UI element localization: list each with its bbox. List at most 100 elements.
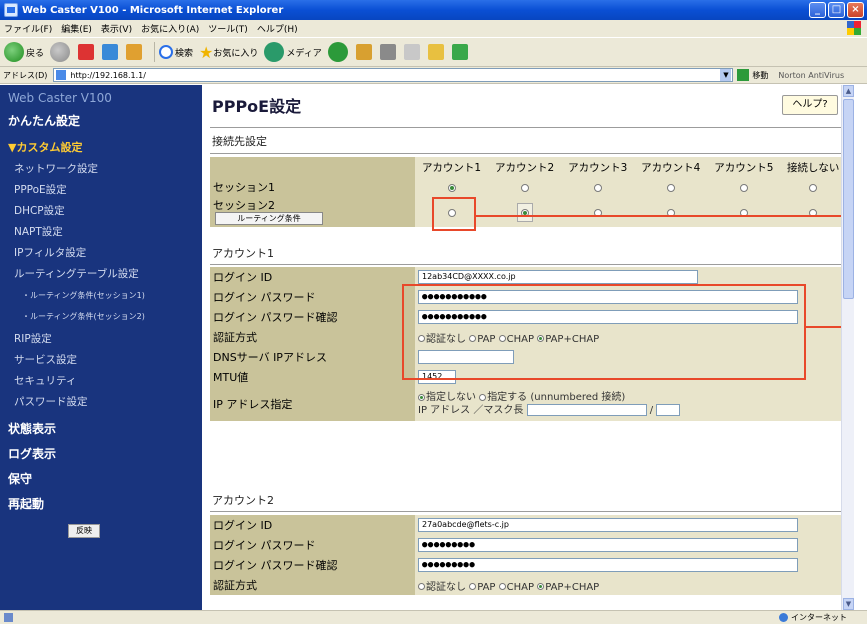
annotation-line — [476, 215, 854, 217]
edit-icon — [403, 44, 420, 60]
annotation-box-account1 — [402, 284, 806, 380]
go-button[interactable]: 移動 — [737, 69, 768, 81]
account1-login-id-label: ログイン ID — [210, 267, 415, 287]
sidebar-item-maintenance[interactable]: 保守 — [8, 470, 32, 487]
menu-edit[interactable]: 編集(E) — [61, 22, 92, 35]
sidebar-item-password[interactable]: パスワード設定 — [14, 394, 88, 409]
sidebar-item-routing-session1[interactable]: ・ルーティング条件(セッション1) — [22, 290, 145, 301]
account2-auth-chap-radio[interactable] — [498, 583, 506, 590]
sidebar-item-napt[interactable]: NAPT設定 — [14, 224, 63, 239]
account1-login-id-input[interactable]: 12ab34CD@XXXX.co.jp — [418, 270, 698, 284]
sidebar-item-security[interactable]: セキュリティ — [14, 373, 76, 388]
sidebar-item-reboot[interactable]: 再起動 — [8, 495, 44, 512]
menu-help[interactable]: ヘルプ(H) — [257, 22, 298, 35]
slash-label: / — [649, 405, 654, 416]
sidebar-item-routing-table[interactable]: ルーティングテーブル設定 — [14, 266, 139, 281]
scroll-thumb[interactable] — [843, 99, 854, 299]
edit-button[interactable] — [403, 44, 422, 60]
sidebar-item-easy-setup[interactable]: かんたん設定 — [8, 112, 80, 129]
search-button[interactable]: 検索 — [159, 45, 193, 59]
account1-ip-unspecified-radio[interactable] — [418, 393, 425, 401]
help-button[interactable]: ヘルプ? — [782, 95, 838, 115]
address-input[interactable]: http://192.168.1.1/ ▼ — [53, 68, 734, 82]
session1-account3-radio[interactable] — [593, 183, 602, 192]
account2-auth-pap-radio[interactable] — [469, 583, 477, 590]
print-button[interactable] — [379, 44, 398, 60]
status-bar: インターネット — [0, 610, 867, 624]
menu-view[interactable]: 表示(V) — [101, 22, 132, 35]
norton-antivirus[interactable]: Norton AntiVirus — [778, 71, 844, 80]
session1-account4-radio[interactable] — [666, 183, 675, 192]
address-url: http://192.168.1.1/ — [70, 70, 146, 80]
vertical-scrollbar[interactable]: ▲ ▼ — [841, 85, 854, 610]
account2-auth-none-radio[interactable] — [418, 583, 425, 590]
stop-button[interactable] — [78, 44, 96, 60]
session1-account5-radio[interactable] — [739, 183, 748, 192]
account1-ip-label: IP アドレス指定 — [210, 387, 415, 421]
session1-none-radio[interactable] — [809, 183, 818, 192]
apply-button[interactable]: 反映 — [68, 524, 100, 538]
close-button[interactable]: × — [847, 2, 864, 18]
sidebar-item-ipfilter[interactable]: IPフィルタ設定 — [14, 245, 86, 260]
session1-account1-radio[interactable] — [447, 183, 456, 192]
sidebar-item-routing-session2[interactable]: ・ルーティング条件(セッション2) — [22, 311, 145, 322]
sidebar-item-log[interactable]: ログ表示 — [8, 445, 56, 462]
divider — [210, 127, 846, 128]
address-dropdown-icon[interactable]: ▼ — [720, 69, 732, 81]
home-button[interactable] — [126, 44, 144, 60]
refresh-button[interactable] — [102, 44, 120, 60]
back-button[interactable]: 戻る — [4, 42, 44, 62]
minimize-button[interactable]: _ — [809, 2, 826, 18]
account2-auth-papchap-radio[interactable] — [537, 583, 545, 590]
menu-tools[interactable]: ツール(T) — [208, 22, 248, 35]
sidebar-item-service[interactable]: サービス設定 — [14, 352, 77, 367]
history-button[interactable] — [327, 42, 350, 62]
divider — [210, 264, 846, 265]
account2-heading: アカウント2 — [212, 494, 274, 507]
forward-button[interactable] — [50, 42, 72, 62]
account2-password-input[interactable]: ●●●●●●●●● — [418, 538, 798, 552]
sidebar-item-dhcp[interactable]: DHCP設定 — [14, 203, 65, 218]
address-label: アドレス(D) — [3, 70, 48, 80]
auth-option-label: 認証なし — [426, 581, 466, 593]
account2-password-confirm-input[interactable]: ●●●●●●●●● — [418, 558, 798, 572]
scroll-up-icon[interactable]: ▲ — [843, 85, 854, 97]
mail-button[interactable] — [355, 44, 374, 60]
back-arrow-icon — [4, 42, 24, 62]
discuss-button[interactable] — [427, 44, 446, 60]
account1-password-label: ログイン パスワード — [210, 287, 415, 307]
menu-file[interactable]: ファイル(F) — [4, 22, 52, 35]
sidebar-item-rip[interactable]: RIP設定 — [14, 331, 52, 346]
toolbar-separator — [154, 42, 156, 62]
account1-ip-address-input[interactable] — [526, 404, 647, 416]
maximize-button[interactable]: □ — [828, 2, 845, 18]
print-icon — [379, 44, 396, 60]
refresh-icon — [102, 44, 119, 60]
account1-mask-input[interactable] — [656, 404, 681, 416]
sidebar-item-status[interactable]: 状態表示 — [8, 420, 56, 437]
session2-label: セッション2 — [213, 198, 275, 212]
search-label: 検索 — [175, 48, 194, 59]
account1-ip-specified-radio[interactable] — [479, 393, 487, 401]
sidebar-item-pppoe[interactable]: PPPoE設定 — [14, 182, 67, 197]
sidebar-item-custom-setup[interactable]: ▼カスタム設定 — [8, 139, 82, 155]
window-titlebar: Web Caster V100 - Microsoft Internet Exp… — [0, 0, 867, 20]
media-button[interactable]: メディア — [264, 42, 322, 62]
session1-account2-radio[interactable] — [520, 183, 529, 192]
menu-favorites[interactable]: お気に入り(A) — [141, 22, 199, 35]
routing-condition-button[interactable]: ルーティング条件 — [215, 211, 323, 225]
sidebar-item-network[interactable]: ネットワーク設定 — [14, 161, 98, 176]
menu-bar: ファイル(F) 編集(E) 表示(V) お気に入り(A) ツール(T) ヘルプ(… — [0, 20, 867, 37]
column-header: アカウント5 — [707, 157, 781, 177]
favorites-button[interactable]: ★ お気に入り — [199, 43, 258, 62]
auth-option-label: CHAP — [506, 581, 535, 593]
account1-mtu-label: MTU値 — [210, 367, 415, 387]
divider — [210, 511, 846, 512]
home-icon — [126, 44, 143, 60]
scroll-down-icon[interactable]: ▼ — [843, 598, 854, 610]
page-title: PPPoE設定 — [212, 97, 302, 116]
ip-mask-label: IP アドレス ／マスク長 — [418, 405, 524, 416]
messenger-button[interactable] — [451, 44, 470, 60]
account1-password-confirm-label: ログイン パスワード確認 — [210, 307, 415, 327]
account2-login-id-input[interactable]: 27a0abcde@flets-c.jp — [418, 518, 798, 532]
